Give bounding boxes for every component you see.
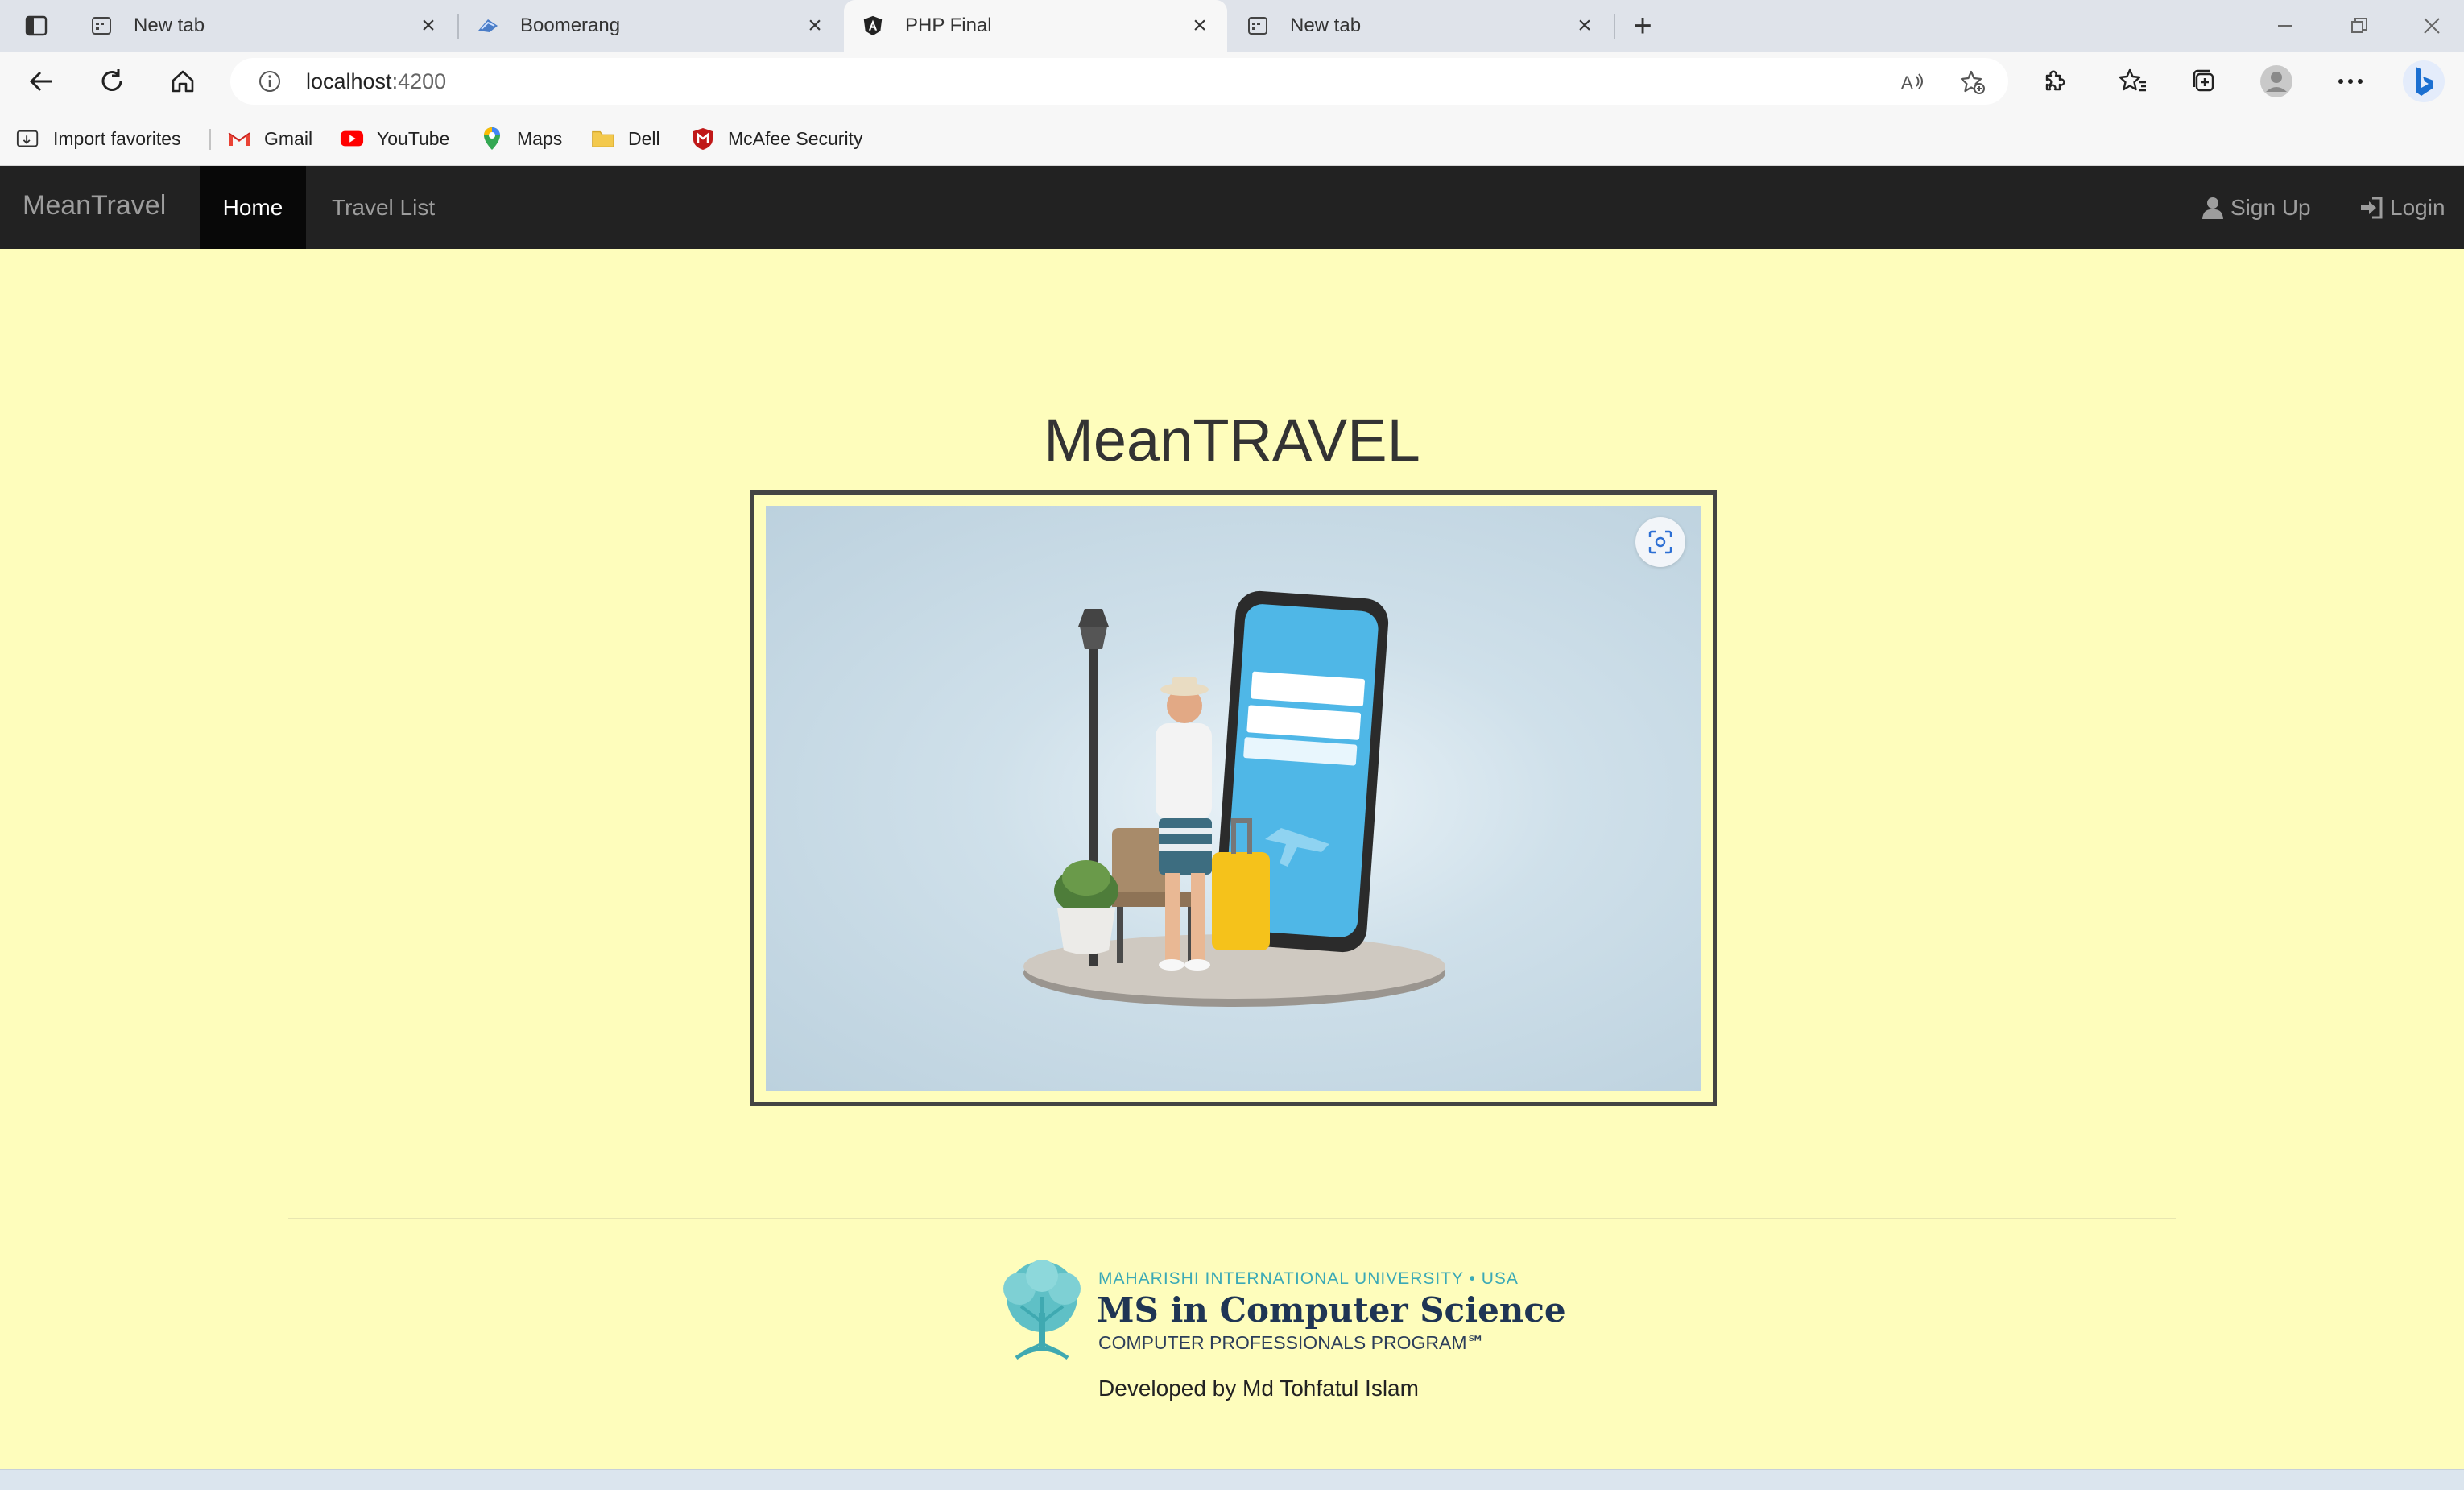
developer-credit: Developed by Md Tohfatul Islam xyxy=(1098,1376,1419,1401)
close-tab-icon[interactable]: × xyxy=(799,10,831,42)
back-icon[interactable] xyxy=(21,63,61,100)
profile-avatar[interactable] xyxy=(2256,63,2297,100)
bookmark-label: Maps xyxy=(517,127,563,149)
bookmark-mcafee[interactable]: McAfee Security xyxy=(691,122,862,155)
site-info-icon[interactable] xyxy=(258,69,282,93)
nav-sign-up-link[interactable]: Sign Up xyxy=(2201,166,2311,249)
tab-separator xyxy=(1614,14,1615,39)
bookmark-maps[interactable]: Maps xyxy=(480,122,562,155)
refresh-icon[interactable] xyxy=(92,63,132,100)
app-navbar: MeanTravel Home Travel List Sign Up Logi… xyxy=(0,166,2464,249)
angular-icon xyxy=(862,14,884,37)
user-icon xyxy=(2202,197,2223,219)
logo-program-line: MS in Computer Science xyxy=(1097,1290,1566,1330)
os-taskbar xyxy=(0,1469,2464,1490)
sign-up-label: Sign Up xyxy=(2230,194,2311,220)
url-host: localhost xyxy=(306,68,392,93)
tab-actions-icon[interactable] xyxy=(18,11,55,40)
add-favorite-icon[interactable] xyxy=(1955,66,1991,98)
minimize-icon[interactable] xyxy=(2261,8,2309,43)
traveler-with-phone-illustration xyxy=(1023,590,1445,1007)
bookmark-label: YouTube xyxy=(377,127,450,149)
logo-subtitle-line: COMPUTER PROFESSIONALS PROGRAM℠ xyxy=(1098,1332,1486,1353)
favorites-icon[interactable] xyxy=(2113,63,2153,100)
bookmark-import-favorites[interactable]: Import favorites xyxy=(16,122,181,155)
restore-icon[interactable] xyxy=(2335,8,2383,43)
mcafee-icon xyxy=(691,126,715,151)
folder-icon xyxy=(591,126,615,151)
copilot-icon[interactable] xyxy=(2400,60,2448,102)
tab-title: New tab xyxy=(134,14,205,36)
svg-text:A: A xyxy=(1901,72,1913,93)
browser-toolbar: localhost:4200 A xyxy=(0,52,2464,111)
tab-new-tab-2[interactable]: New tab × xyxy=(1229,0,1612,52)
tab-php-final[interactable]: PHP Final × xyxy=(844,0,1227,52)
address-bar[interactable]: localhost:4200 A xyxy=(230,58,2008,105)
extensions-icon[interactable] xyxy=(2034,63,2074,100)
login-label: Login xyxy=(2390,194,2445,220)
bookmarks-divider xyxy=(209,129,211,150)
new-tab-icon xyxy=(90,14,113,37)
close-window-icon[interactable] xyxy=(2408,8,2456,43)
navbar-brand[interactable]: MeanTravel xyxy=(23,190,166,221)
bookmark-label: McAfee Security xyxy=(728,127,863,149)
close-tab-icon[interactable]: × xyxy=(1184,10,1216,42)
url-port: :4200 xyxy=(391,68,447,93)
bookmark-label: Dell xyxy=(628,127,660,149)
new-tab-icon xyxy=(1246,14,1269,37)
visual-search-icon xyxy=(1648,530,1672,554)
bookmark-label: Gmail xyxy=(264,127,313,149)
bookmark-dell[interactable]: Dell xyxy=(591,122,660,155)
footer: Developed by Md Tohfatul Islam xyxy=(0,1376,2464,1401)
hero-image-frame xyxy=(750,490,1717,1106)
hero-image xyxy=(766,506,1701,1091)
logo-university-line: MAHARISHI INTERNATIONAL UNIVERSITY • USA xyxy=(1098,1269,1519,1288)
close-tab-icon[interactable]: × xyxy=(412,10,444,42)
page-title: MeanTRAVEL xyxy=(1044,407,1420,474)
tab-title: Boomerang xyxy=(520,14,621,36)
url-text: localhost:4200 xyxy=(306,69,446,94)
new-tab-button[interactable]: + xyxy=(1625,8,1660,43)
bookmarks-bar: Import favorites Gmail YouTube Maps Dell… xyxy=(0,111,2464,166)
login-icon xyxy=(2361,197,2383,218)
collections-icon[interactable] xyxy=(2184,63,2224,100)
tab-boomerang[interactable]: Boomerang × xyxy=(459,0,842,52)
read-aloud-icon[interactable]: A xyxy=(1896,66,1931,98)
bookmark-label: Import favorites xyxy=(53,127,181,149)
tab-title: PHP Final xyxy=(905,14,992,36)
import-icon xyxy=(16,126,40,151)
home-icon[interactable] xyxy=(163,63,203,100)
visual-search-button[interactable] xyxy=(1635,517,1685,567)
tab-new-tab-1[interactable]: New tab × xyxy=(72,0,456,52)
nav-home-link[interactable]: Home xyxy=(200,166,306,249)
nav-login-link[interactable]: Login xyxy=(2359,166,2445,249)
browser-tab-bar: New tab × Boomerang × PHP Final × New ta… xyxy=(0,0,2464,52)
youtube-icon xyxy=(340,126,364,151)
more-options-icon[interactable] xyxy=(2330,63,2371,100)
gmail-icon xyxy=(227,126,251,151)
footer-divider xyxy=(288,1218,2176,1219)
maps-icon xyxy=(480,126,504,151)
nav-travel-list-link[interactable]: Travel List xyxy=(332,166,435,249)
university-logo: MAHARISHI INTERNATIONAL UNIVERSITY • USA… xyxy=(992,1256,1566,1364)
bookmark-youtube[interactable]: YouTube xyxy=(340,122,449,155)
tab-title: New tab xyxy=(1290,14,1362,36)
bookmark-gmail[interactable]: Gmail xyxy=(227,122,312,155)
boomerang-icon xyxy=(477,14,499,37)
close-tab-icon[interactable]: × xyxy=(1569,10,1601,42)
tree-logo-icon xyxy=(1003,1260,1081,1360)
